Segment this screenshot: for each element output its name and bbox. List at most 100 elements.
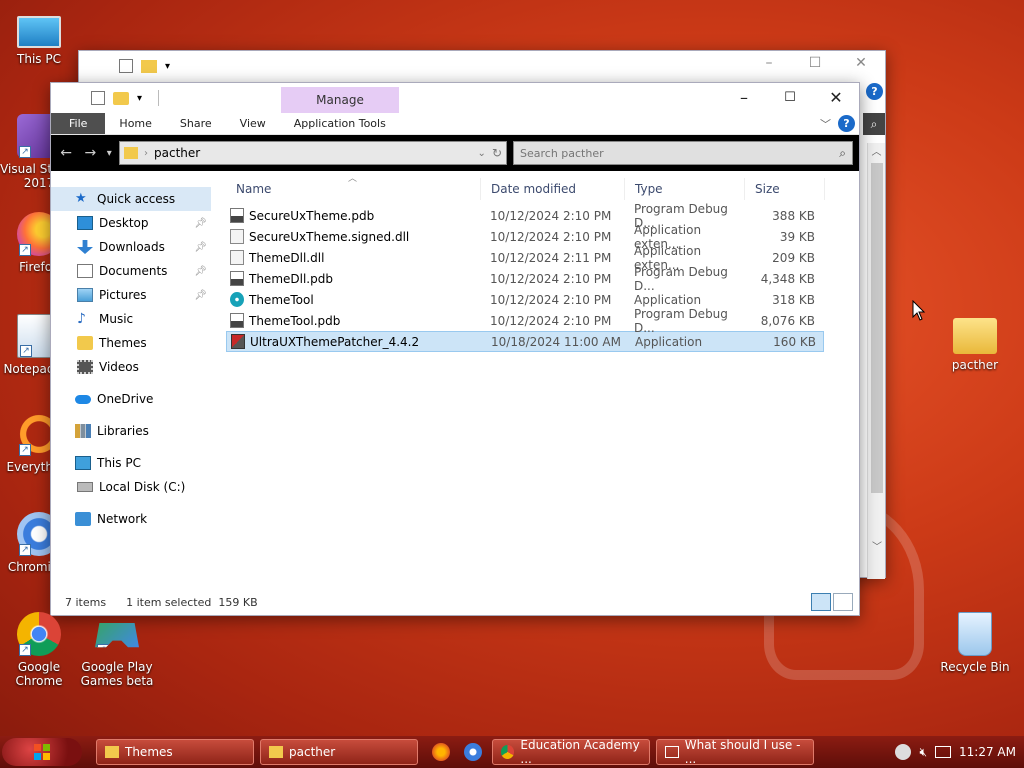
explorer-body: ★ Quick access Desktop 📌︎ Downloads 📌︎ Docum…: [51, 173, 859, 589]
search-icon[interactable]: ⌕: [839, 146, 846, 161]
scroll-down-icon[interactable]: ﹀: [868, 538, 886, 553]
file-type: Application: [635, 334, 703, 349]
pin-icon[interactable]: 📌︎: [194, 242, 207, 253]
file-row[interactable]: UltraUXThemePatcher_4.4.2 10/18/2024 11:0…: [226, 331, 824, 352]
forward-arrow-icon[interactable]: →: [81, 145, 99, 161]
tray-app-icon[interactable]: [895, 744, 912, 760]
large-icons-view-icon[interactable]: [833, 593, 853, 611]
nav-item-downloads[interactable]: Downloads 📌︎: [51, 235, 211, 259]
clock[interactable]: 11:27 AM: [959, 745, 1016, 759]
chevron-down-icon[interactable]: ▾: [137, 93, 142, 104]
desktop-icon-pacther[interactable]: pacther: [936, 312, 1014, 372]
file-name: ThemeDll.pdb: [249, 271, 333, 286]
explorer-window[interactable]: ▾ Manage – ☐ ✕ File Home Share View Appl…: [50, 82, 860, 616]
tab-file[interactable]: File: [51, 113, 106, 134]
file-name: SecureUxTheme.signed.dll: [249, 229, 410, 244]
file-row[interactable]: ThemeTool.pdb 10/12/2024 2:10 PM Program D…: [226, 307, 824, 335]
address-bar-row: ← → ▾ › pacther ⌄ ↻ ⌕: [51, 135, 859, 171]
desktop-icon-recycle-bin[interactable]: Recycle Bin: [936, 612, 1014, 674]
nav-network[interactable]: Network: [51, 507, 211, 531]
tab-share[interactable]: Share: [166, 113, 226, 134]
titlebar[interactable]: ▾ Manage – ☐ ✕: [51, 83, 859, 113]
nav-local-disk[interactable]: Local Disk (C:): [51, 475, 211, 499]
properties-icon[interactable]: [119, 59, 133, 73]
help-icon[interactable]: ?: [866, 83, 883, 100]
firefox-icon[interactable]: [432, 743, 450, 761]
navigation-pane[interactable]: ★ Quick access Desktop 📌︎ Downloads 📌︎ Docum…: [51, 173, 211, 589]
pin-icon[interactable]: 📌︎: [194, 290, 207, 301]
nav-onedrive[interactable]: OneDrive: [51, 387, 211, 411]
close-button[interactable]: ✕: [841, 55, 881, 71]
file-row[interactable]: ThemeDll.pdb 10/12/2024 2:10 PM Program De…: [226, 265, 824, 293]
pin-icon[interactable]: 📌︎: [194, 218, 207, 229]
nav-item-music[interactable]: ♪ Music: [51, 307, 211, 331]
nav-item-themes[interactable]: Themes: [51, 331, 211, 355]
nav-item-desktop[interactable]: Desktop 📌︎: [51, 211, 211, 235]
details-view-icon[interactable]: [811, 593, 831, 611]
maximize-button[interactable]: ☐: [767, 83, 813, 113]
nav-libraries[interactable]: Libraries: [51, 419, 211, 443]
minimize-button[interactable]: –: [749, 55, 789, 71]
minimize-button[interactable]: –: [721, 83, 767, 113]
chromium-icon[interactable]: [464, 743, 482, 761]
refresh-icon[interactable]: ↻: [492, 146, 502, 160]
desktop-icon-this-pc[interactable]: This PC: [0, 10, 78, 66]
column-type[interactable]: Type: [625, 178, 745, 200]
back-arrow-icon[interactable]: ←: [57, 145, 75, 161]
taskbar-button-what-should-i-use[interactable]: What should I use - ...: [656, 738, 814, 766]
tab-home[interactable]: Home: [105, 113, 165, 134]
help-icon[interactable]: ?: [838, 115, 855, 132]
column-date-modified[interactable]: Date modified: [481, 178, 625, 200]
tab-view[interactable]: View: [226, 113, 280, 134]
chevron-down-icon[interactable]: ⌄: [478, 148, 486, 159]
taskbar-button-pacther[interactable]: pacther: [260, 739, 418, 765]
scroll-up-icon[interactable]: ︿: [868, 143, 885, 158]
background-scrollbar[interactable]: ︿ ﹀: [867, 143, 885, 579]
scroll-thumb[interactable]: [871, 163, 883, 493]
properties-icon[interactable]: [91, 91, 105, 105]
address-path[interactable]: pacther: [154, 146, 472, 160]
desktop-icon-google-chrome[interactable]: ↗ Google Chrome: [0, 612, 78, 688]
play-games-icon: ↗: [95, 623, 139, 648]
search-box[interactable]: ⌕: [513, 141, 853, 165]
shortcut-arrow-icon: ↗: [19, 544, 31, 556]
search-input[interactable]: [520, 146, 840, 160]
taskbar-button-education-academy[interactable]: Education Academy ...: [492, 738, 650, 766]
breadcrumb-chevron-icon[interactable]: ›: [144, 148, 148, 159]
nav-label: Videos: [99, 360, 139, 374]
recent-locations-icon[interactable]: ▾: [105, 148, 113, 159]
folder-icon[interactable]: [141, 59, 157, 73]
nav-label: Music: [99, 312, 134, 326]
file-list[interactable]: ︿ Name Date modified Type Size SecureUxT…: [211, 173, 859, 589]
tab-application-tools[interactable]: Application Tools: [280, 113, 400, 134]
taskbar-button-themes[interactable]: Themes: [96, 739, 254, 765]
network-tray-icon[interactable]: [935, 746, 952, 758]
nav-item-videos[interactable]: Videos: [51, 355, 211, 379]
nav-label: Pictures: [99, 288, 147, 302]
chevron-down-icon[interactable]: ▾: [165, 61, 170, 72]
file-size: 4,348 KB: [760, 271, 815, 286]
address-bar[interactable]: › pacther ⌄ ↻: [119, 141, 507, 165]
new-folder-icon[interactable]: [113, 91, 129, 105]
volume-muted-icon[interactable]: 🔇︎: [919, 745, 927, 760]
close-button[interactable]: ✕: [813, 83, 859, 113]
desktop-icon-label: Google Chrome: [15, 660, 63, 688]
pin-icon[interactable]: 📌︎: [194, 266, 207, 277]
shortcut-arrow-icon: ↗: [19, 146, 31, 158]
nav-item-documents[interactable]: Documents 📌︎: [51, 259, 211, 283]
expand-ribbon-icon[interactable]: ﹀: [820, 116, 831, 132]
nav-this-pc[interactable]: This PC: [51, 451, 211, 475]
nav-label: Downloads: [99, 240, 165, 254]
file-size: 388 KB: [772, 208, 815, 223]
column-size[interactable]: Size: [745, 178, 825, 200]
desktop-icon-google-play-games-beta[interactable]: ↗ Google Play Games beta: [78, 612, 156, 688]
shortcut-arrow-icon: ↗: [19, 644, 31, 656]
nav-item-pictures[interactable]: Pictures 📌︎: [51, 283, 211, 307]
search-icon[interactable]: ⌕: [863, 113, 885, 135]
sort-caret-icon: ︿: [348, 174, 358, 184]
start-button[interactable]: [2, 738, 82, 766]
manage-contextual-tab[interactable]: Manage: [281, 87, 399, 113]
toolbar-divider: [158, 90, 160, 106]
nav-quick-access[interactable]: ★ Quick access: [51, 187, 211, 211]
maximize-button[interactable]: ☐: [795, 55, 835, 71]
